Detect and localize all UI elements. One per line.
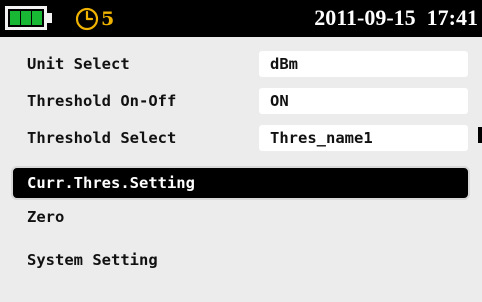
threshold-select-value[interactable]: Thres_name1 <box>259 125 468 151</box>
menu-item-label: Curr.Thres.Setting <box>27 174 195 192</box>
menu-item-label: Unit Select <box>27 55 130 73</box>
status-bar: 5 2011-09-15 17:41 <box>0 0 482 37</box>
menu-item-threshold-select[interactable]: Threshold Select Thres_name1 <box>11 121 470 155</box>
menu-item-unit-select[interactable]: Unit Select dBm <box>11 47 470 81</box>
timer-count: 5 <box>101 8 115 30</box>
battery-cell <box>21 11 31 25</box>
menu-item-label: Threshold Select <box>27 129 177 147</box>
battery-cell <box>32 11 42 25</box>
menu-item-label: Zero <box>27 208 65 226</box>
scroll-indicator <box>478 127 482 143</box>
menu-item-zero[interactable]: Zero <box>11 200 470 234</box>
battery-cell <box>10 11 20 25</box>
value-text: Thres_name1 <box>270 129 373 147</box>
value-text: dBm <box>270 55 298 73</box>
date-text: 2011-09-15 <box>314 5 416 30</box>
clock-icon <box>75 7 99 31</box>
time-text: 17:41 <box>426 5 478 30</box>
battery-terminal <box>47 13 52 23</box>
value-text: ON <box>270 92 289 110</box>
device-screen: 5 2011-09-15 17:41 Unit Select dBm Thres… <box>0 0 482 302</box>
unit-select-value[interactable]: dBm <box>259 51 468 77</box>
menu-item-label: Threshold On-Off <box>27 92 177 110</box>
menu-item-curr-thres-setting[interactable]: Curr.Thres.Setting <box>11 166 470 200</box>
menu-item-label: System Setting <box>27 251 158 269</box>
menu-item-threshold-on-off[interactable]: Threshold On-Off ON <box>11 84 470 118</box>
threshold-on-off-value[interactable]: ON <box>259 88 468 114</box>
menu-item-system-setting[interactable]: System Setting <box>11 243 470 277</box>
datetime: 2011-09-15 17:41 <box>314 4 478 32</box>
battery-icon <box>5 6 47 30</box>
